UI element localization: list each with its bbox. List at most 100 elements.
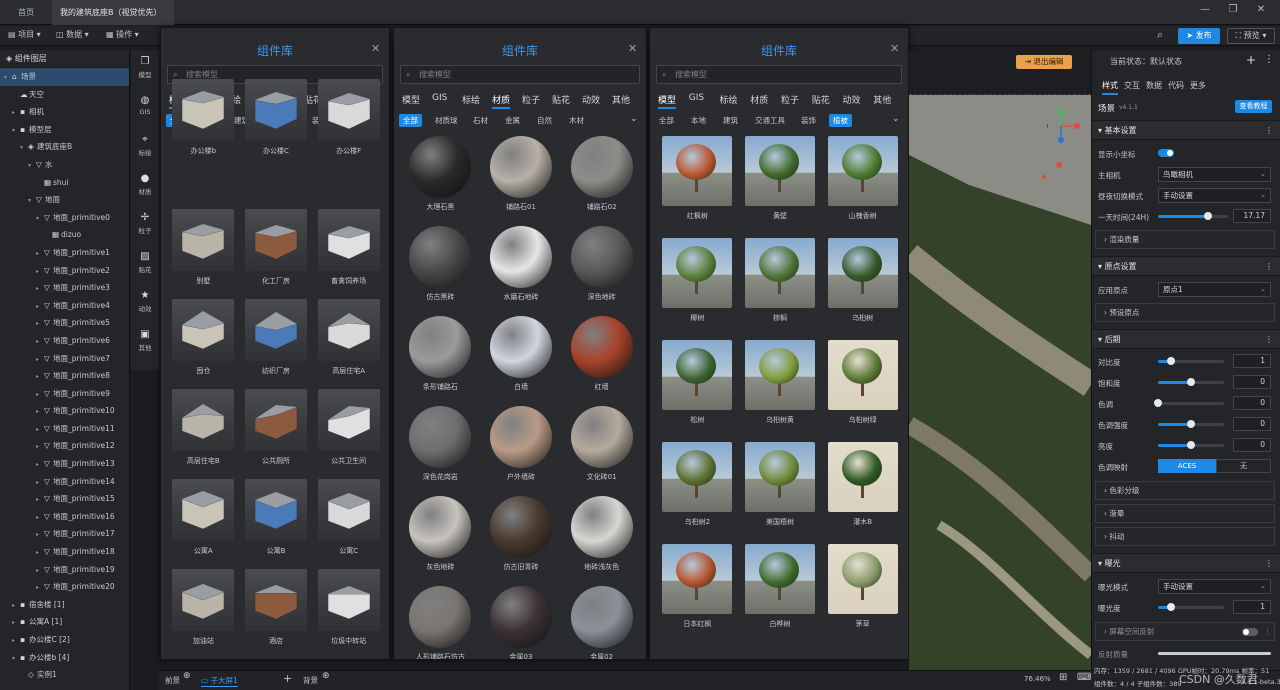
library-item-thumbnail[interactable]	[172, 209, 235, 271]
library-item-thumbnail[interactable]	[570, 496, 633, 558]
reflect-quality-slider[interactable]	[1158, 652, 1271, 655]
caret-right-icon[interactable]: ▸	[36, 333, 44, 351]
library-item-thumbnail[interactable]	[317, 479, 380, 541]
library-item-thumbnail[interactable]	[172, 389, 235, 451]
category-tab[interactable]: 材质	[750, 93, 768, 106]
subcategory-tab[interactable]: 石材	[469, 114, 492, 127]
brightness-slider[interactable]	[1158, 441, 1224, 449]
menu-project[interactable]: ▤ 项目 ▾	[8, 29, 41, 40]
category-tab[interactable]: 粒子	[522, 93, 540, 106]
layer-row[interactable]: ▸ ▽ 地面_primitive9	[0, 385, 129, 403]
more-vertical-icon[interactable]: ⋮	[1264, 54, 1274, 65]
caret-down-icon[interactable]: ▾	[28, 192, 36, 210]
library-item-thumbnail[interactable]	[745, 238, 815, 308]
render-quality-row[interactable]: › 渲染质量	[1095, 230, 1275, 249]
library-item-thumbnail[interactable]	[490, 136, 552, 198]
library-item-thumbnail[interactable]	[409, 316, 472, 378]
caret-right-icon[interactable]: ▸	[36, 509, 44, 527]
strip-item-4[interactable]: ✢ 粒子	[131, 212, 159, 235]
library-item-thumbnail[interactable]	[245, 569, 307, 631]
category-tab[interactable]: 模型	[658, 93, 677, 109]
menu-data[interactable]: ◫ 数据 ▾	[56, 29, 89, 40]
subcategory-tab[interactable]: 金属	[501, 114, 524, 127]
library-item-thumbnail[interactable]	[827, 442, 898, 512]
library-item-thumbnail[interactable]	[317, 299, 380, 361]
property-tab[interactable]: 样式	[1102, 80, 1118, 95]
library-item-thumbnail[interactable]	[570, 226, 633, 288]
hue-slider[interactable]	[1154, 399, 1224, 407]
caret-right-icon[interactable]: ▸	[36, 368, 44, 386]
more-vertical-icon[interactable]: ⋮	[1265, 121, 1273, 141]
library-item-thumbnail[interactable]	[745, 136, 815, 206]
strip-item-3[interactable]: ● 材质	[131, 173, 159, 196]
minimize-icon[interactable]: —	[1196, 4, 1214, 20]
layer-row[interactable]: ▸ ▽ 地面_primitive8	[0, 367, 129, 385]
ssr-toggle[interactable]	[1242, 628, 1258, 636]
tab-project[interactable]: 我的建筑底座B（视觉优先）	[52, 0, 174, 40]
layer-row[interactable]: ▸ ▽ 地面_primitive19	[0, 561, 129, 579]
layer-row[interactable]: ▸ ▽ 地面_primitive10	[0, 402, 129, 420]
add-icon[interactable]: +	[1246, 53, 1256, 67]
search-icon[interactable]: ⌕	[1157, 28, 1163, 42]
strip-item-7[interactable]: ▣ 其他	[131, 329, 159, 352]
library-item-thumbnail[interactable]	[245, 389, 307, 451]
caret-right-icon[interactable]: ▸	[36, 298, 44, 316]
scene-viewport[interactable]: ⇥ 退出编辑	[909, 50, 1091, 670]
caret-down-icon[interactable]: ▾	[12, 650, 20, 668]
chevron-down-icon[interactable]: ⌄	[630, 114, 638, 124]
show-axis-toggle[interactable]	[1158, 149, 1174, 157]
library-item-thumbnail[interactable]	[172, 569, 235, 631]
foreground-tab[interactable]: 前景	[165, 675, 180, 686]
add-screen-icon[interactable]: +	[283, 672, 292, 685]
library-item-thumbnail[interactable]	[490, 226, 552, 288]
category-tab[interactable]: 动效	[843, 93, 861, 106]
library-item-thumbnail[interactable]	[745, 544, 815, 614]
layer-row[interactable]: ▾ ▽ 地面_primitive0	[0, 209, 129, 227]
category-tab[interactable]: 其他	[873, 93, 891, 106]
library-item-thumbnail[interactable]	[409, 136, 472, 198]
contrast-slider[interactable]	[1158, 357, 1224, 365]
library-item-thumbnail[interactable]	[245, 209, 307, 271]
fit-screen-icon[interactable]: ⊞	[1059, 672, 1067, 683]
strip-item-2[interactable]: ⌖ 标绘	[131, 134, 159, 157]
slider-knob[interactable]	[1187, 378, 1195, 386]
slider-knob[interactable]	[1167, 603, 1176, 611]
close-icon[interactable]: ✕	[890, 42, 899, 55]
time-input[interactable]: 17.17	[1233, 209, 1271, 223]
exposure-input[interactable]: 1	[1233, 600, 1271, 614]
contrast-input[interactable]: 1	[1233, 354, 1271, 368]
app-origin-select[interactable]: 原点1 ⌄	[1158, 282, 1271, 297]
close-window-icon[interactable]: ✕	[1252, 4, 1270, 20]
library-item-thumbnail[interactable]	[409, 406, 472, 468]
library-item-thumbnail[interactable]	[172, 79, 235, 141]
layer-row[interactable]: ▸ ▽ 地面_primitive2	[0, 262, 129, 280]
subcategory-tab[interactable]: 木材	[565, 114, 588, 127]
strip-item-5[interactable]: ▨ 贴花	[131, 251, 159, 274]
more-vertical-icon[interactable]: ⋮	[1265, 257, 1273, 277]
layer-row[interactable]: ▸ ▽ 地面_primitive16	[0, 508, 129, 526]
caret-right-icon[interactable]: ▸	[36, 438, 44, 456]
layer-row[interactable]: ▸ ▽ 地面_primitive11	[0, 420, 129, 438]
caret-right-icon[interactable]: ▸	[36, 315, 44, 333]
library-item-thumbnail[interactable]	[245, 479, 307, 541]
layer-row[interactable]: ▸ ▪ 办公楼C [2]	[0, 631, 129, 649]
slider-knob[interactable]	[1204, 212, 1213, 220]
caret-right-icon[interactable]: ▸	[12, 614, 20, 632]
caret-right-icon[interactable]: ▸	[36, 351, 44, 369]
library-item-thumbnail[interactable]	[245, 79, 307, 141]
search-input[interactable]: ⌕ 搜索模型	[400, 65, 640, 84]
library-item-thumbnail[interactable]	[662, 442, 733, 512]
library-item-thumbnail[interactable]	[662, 340, 733, 410]
section-post[interactable]: ▾ 后期 ⋮	[1092, 329, 1280, 349]
exposure-mode-select[interactable]: 手动设置 ⌄	[1158, 579, 1271, 594]
subcategory-tab[interactable]: 装饰	[797, 114, 820, 127]
caret-right-icon[interactable]: ▸	[12, 597, 20, 615]
category-tab[interactable]: GIS	[689, 93, 704, 103]
property-tab[interactable]: 更多	[1190, 80, 1206, 91]
daynight-select[interactable]: 手动设置 ⌄	[1158, 188, 1271, 203]
child-screen-tab[interactable]: ▭ 子大屏1	[201, 675, 238, 687]
caret-right-icon[interactable]: ▸	[36, 403, 44, 421]
library-item-thumbnail[interactable]	[827, 238, 898, 308]
more-vertical-icon[interactable]: ⋮	[1265, 554, 1273, 574]
layer-row[interactable]: ▸ ▽ 地面_primitive4	[0, 297, 129, 315]
